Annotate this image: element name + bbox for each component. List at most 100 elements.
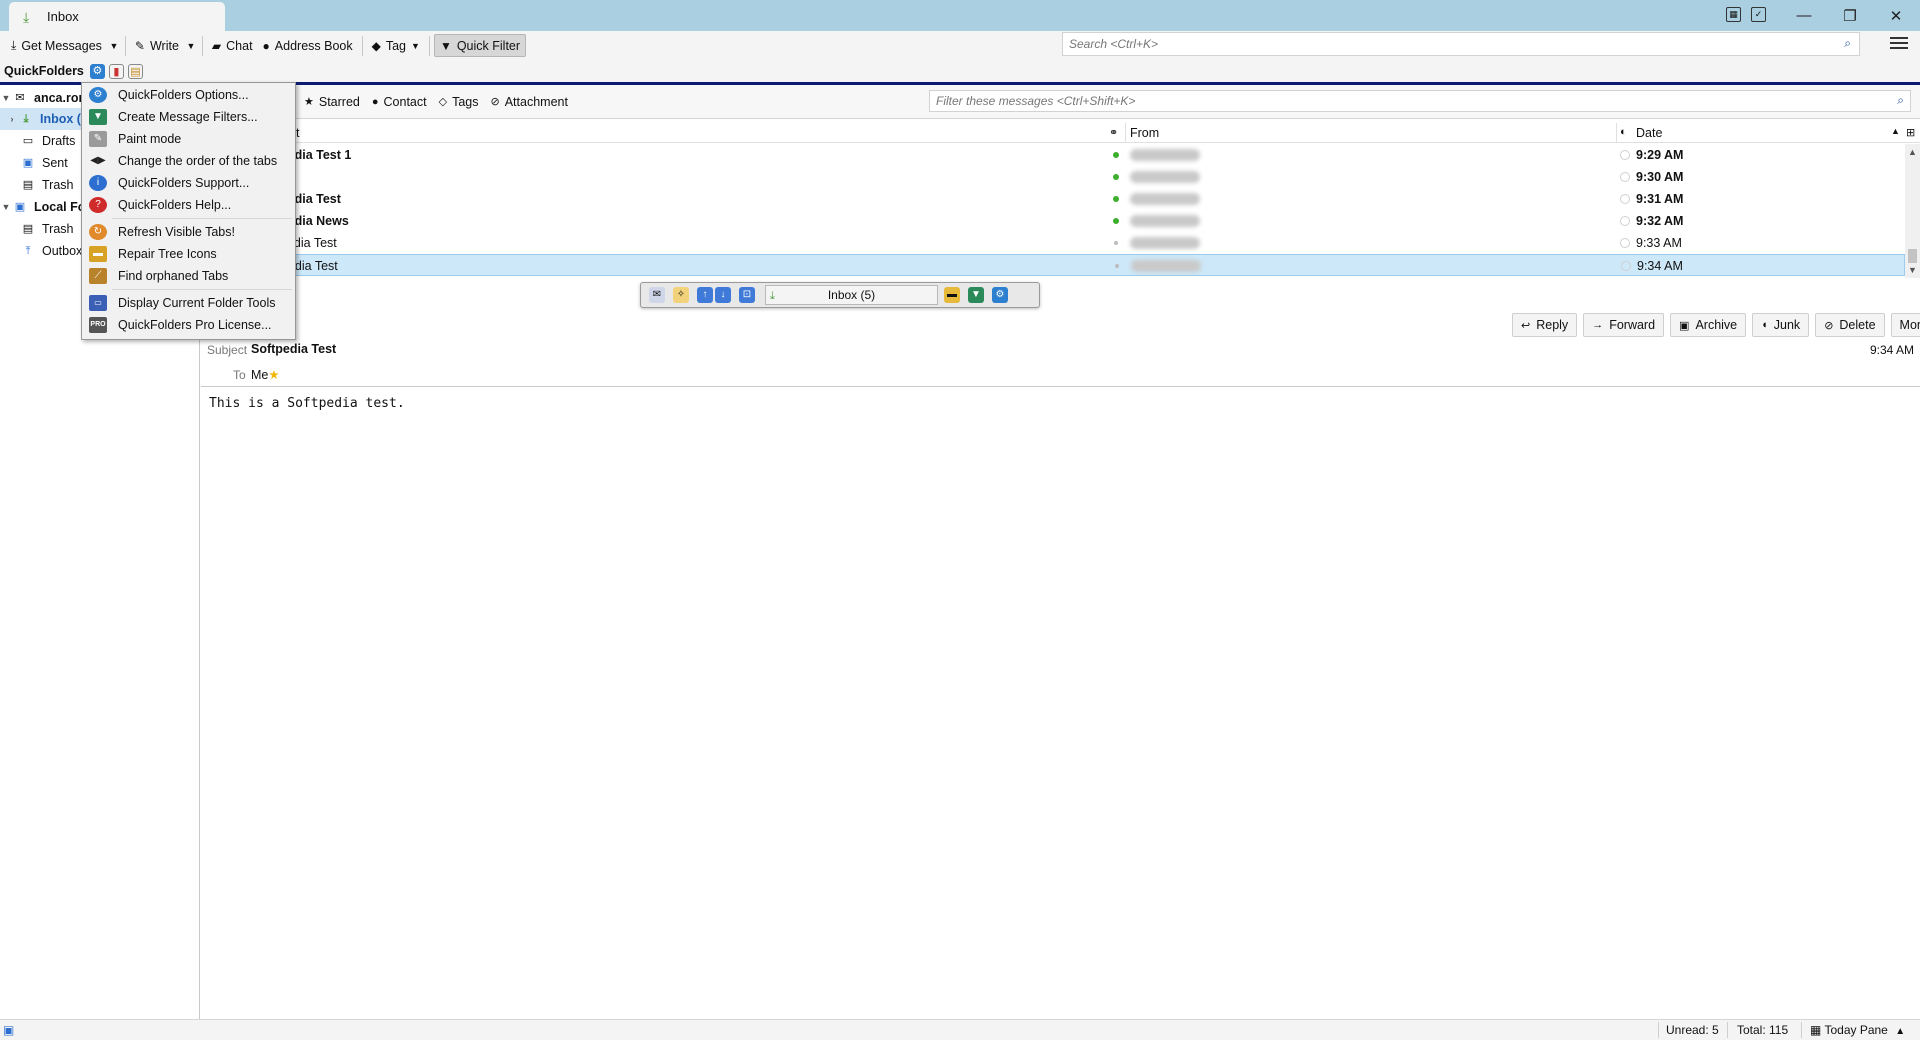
inbox-icon: ⤓ xyxy=(23,113,29,125)
menu-item-change-order[interactable]: ◀▶ Change the order of the tabs xyxy=(84,150,293,172)
read-status-icon[interactable]: ⚭ xyxy=(1109,126,1118,139)
junk-status-icon[interactable]: ◐ xyxy=(1620,126,1627,138)
filter-messages-input[interactable]: Filter these messages <Ctrl+Shift+K> ⌕ xyxy=(929,90,1911,112)
junk-status-icon[interactable] xyxy=(1620,216,1630,226)
junk-status-icon[interactable] xyxy=(1620,150,1630,160)
mark-read-icon[interactable]: ✉ xyxy=(649,287,665,303)
app-menu-icon[interactable] xyxy=(1888,34,1910,54)
quickfolders-label: QuickFolders xyxy=(4,64,84,78)
chat-bubble-icon: ▰ xyxy=(211,38,222,53)
thread-scrollbar[interactable]: ▲ ▼ xyxy=(1905,144,1920,278)
filter-tags-button[interactable]: ◇ Tags xyxy=(439,95,479,109)
junk-button[interactable]: ◖ Junk xyxy=(1752,313,1810,337)
calendar-icon[interactable]: ▦ xyxy=(1726,7,1741,22)
menu-item-create-filters[interactable]: ▼ Create Message Filters... xyxy=(84,106,293,128)
quickfolders-options-icon[interactable]: ⚙ xyxy=(89,63,105,79)
menu-item-pro-license[interactable]: PRO QuickFolders Pro License... xyxy=(84,314,293,336)
unread-dot-icon[interactable] xyxy=(1113,196,1119,202)
read-dot-icon[interactable] xyxy=(1115,264,1119,268)
minimize-button[interactable]: — xyxy=(1781,0,1827,31)
archive-button[interactable]: ▣ Archive xyxy=(1670,313,1747,337)
scroll-up-icon[interactable]: ▲ xyxy=(1908,147,1917,157)
message-row[interactable]: pedia Test 1 9:29 AM xyxy=(201,144,1905,166)
scroll-thumb[interactable] xyxy=(1908,249,1917,263)
filter-icon[interactable]: ▼ xyxy=(968,287,984,303)
parent-folder-icon[interactable]: ↑ xyxy=(697,287,713,303)
junk-status-icon[interactable] xyxy=(1620,194,1630,204)
close-button[interactable]: ✕ xyxy=(1873,0,1919,31)
filter-attachment-button[interactable]: ⊘ Attachment xyxy=(491,95,568,109)
get-messages-button[interactable]: ⤓ Get Messages xyxy=(6,34,107,57)
forward-button[interactable]: → Forward xyxy=(1583,313,1665,337)
menu-item-repair-icons[interactable]: ▬ Repair Tree Icons xyxy=(84,243,293,265)
date-column-header[interactable]: Date xyxy=(1636,126,1662,140)
folder-label: Inbox ( xyxy=(40,112,81,126)
folder-tree-icon[interactable]: ⊡ xyxy=(739,287,755,303)
recipient[interactable]: Me★ xyxy=(251,367,280,382)
get-messages-dropdown[interactable]: ▼ xyxy=(107,34,121,57)
quick-filter-button[interactable]: ▼ Quick Filter xyxy=(433,34,527,57)
unread-dot-icon[interactable] xyxy=(1113,218,1119,224)
message-row[interactable]: pedia Test 9:31 AM xyxy=(201,188,1905,210)
computer-icon: ▣ xyxy=(14,201,26,213)
menu-item-help[interactable]: ? QuickFolders Help... xyxy=(84,194,293,216)
unread-count: Unread: 5 xyxy=(1666,1023,1719,1037)
current-folder-tab[interactable]: ⤓ Inbox (5) xyxy=(765,285,938,305)
repair-folder-icon[interactable]: ▬ xyxy=(944,287,960,303)
column-separator[interactable] xyxy=(1125,123,1126,143)
column-separator[interactable] xyxy=(1616,123,1617,143)
folder-label: Drafts xyxy=(42,134,76,148)
search-icon[interactable]: ⌕ xyxy=(1897,93,1904,108)
junk-status-icon[interactable] xyxy=(1620,238,1630,248)
junk-status-icon[interactable] xyxy=(1621,261,1631,271)
subfolder-icon[interactable]: ↓ xyxy=(715,287,731,303)
global-search-input[interactable]: Search <Ctrl+K> ⌕ xyxy=(1062,32,1860,56)
search-icon[interactable]: ⌕ xyxy=(1844,36,1851,51)
menu-item-find-orphaned[interactable]: ⟋ Find orphaned Tabs xyxy=(84,265,293,287)
collapse-icon[interactable]: ▼ xyxy=(0,93,12,103)
menu-item-paint-mode[interactable]: ✎ Paint mode xyxy=(84,128,293,150)
star-icon[interactable]: ★ xyxy=(268,368,279,382)
tab-inbox[interactable]: ⤓ Inbox xyxy=(9,2,225,31)
from-column-header[interactable]: From xyxy=(1130,126,1159,140)
filter-starred-button[interactable]: ★ Starred xyxy=(304,95,360,109)
paperclip-icon: ⊘ xyxy=(490,96,500,108)
column-picker-icon[interactable]: ⊞ xyxy=(1906,126,1915,139)
write-button[interactable]: ✎ Write xyxy=(130,34,184,57)
drafts-icon: ▭ xyxy=(22,135,34,147)
quickfolders-book-icon[interactable]: ▮ xyxy=(108,63,124,79)
menu-item-refresh-tabs[interactable]: ↻ Refresh Visible Tabs! xyxy=(84,221,293,243)
scroll-down-icon[interactable]: ▼ xyxy=(1908,265,1917,275)
junk-icon[interactable]: ✧ xyxy=(673,287,689,303)
menu-item-support[interactable]: i QuickFolders Support... xyxy=(84,172,293,194)
restore-button[interactable]: ❐ xyxy=(1827,0,1873,31)
write-dropdown[interactable]: ▼ xyxy=(184,34,198,57)
menu-item-options[interactable]: ⚙ QuickFolders Options... xyxy=(84,84,293,106)
collapse-icon[interactable]: ▼ xyxy=(0,202,12,212)
message-row[interactable]: pedia Test 9:33 AM xyxy=(201,232,1905,254)
expand-icon[interactable]: › xyxy=(6,114,18,124)
message-row[interactable]: pedia News 9:32 AM xyxy=(201,210,1905,232)
tag-button[interactable]: ◆ Tag ▼ xyxy=(367,34,425,57)
filter-contact-label: Contact xyxy=(383,94,427,109)
filter-contact-button[interactable]: ● Contact xyxy=(372,95,427,109)
read-dot-icon[interactable] xyxy=(1114,241,1118,245)
online-status-icon[interactable]: ▣ xyxy=(3,1023,14,1037)
more-button[interactable]: More ▼ xyxy=(1890,313,1920,337)
junk-status-icon[interactable] xyxy=(1620,172,1630,182)
today-pane-toggle[interactable]: ▦ Today Pane ▲ xyxy=(1810,1023,1905,1037)
address-book-button[interactable]: ● Address Book xyxy=(258,34,358,57)
message-row-selected[interactable]: pedia Test 9:34 AM xyxy=(201,254,1905,276)
unread-dot-icon[interactable] xyxy=(1113,174,1119,180)
menu-item-folder-tools[interactable]: ▭ Display Current Folder Tools xyxy=(84,292,293,314)
chat-button[interactable]: ▰ Chat xyxy=(207,34,258,57)
tasks-icon[interactable]: ✓ xyxy=(1751,7,1766,22)
quickfolders-folder-icon[interactable]: ▤ xyxy=(127,63,143,79)
delete-button[interactable]: ⊘ Delete xyxy=(1815,313,1885,337)
message-row[interactable]: 9:30 AM xyxy=(201,166,1905,188)
unread-dot-icon[interactable] xyxy=(1113,152,1119,158)
message-time: 9:34 AM xyxy=(1870,343,1915,357)
settings-icon[interactable]: ⚙ xyxy=(992,287,1008,303)
tag-icon: ◆ xyxy=(371,38,381,53)
reply-button[interactable]: ↩ Reply xyxy=(1512,313,1578,337)
